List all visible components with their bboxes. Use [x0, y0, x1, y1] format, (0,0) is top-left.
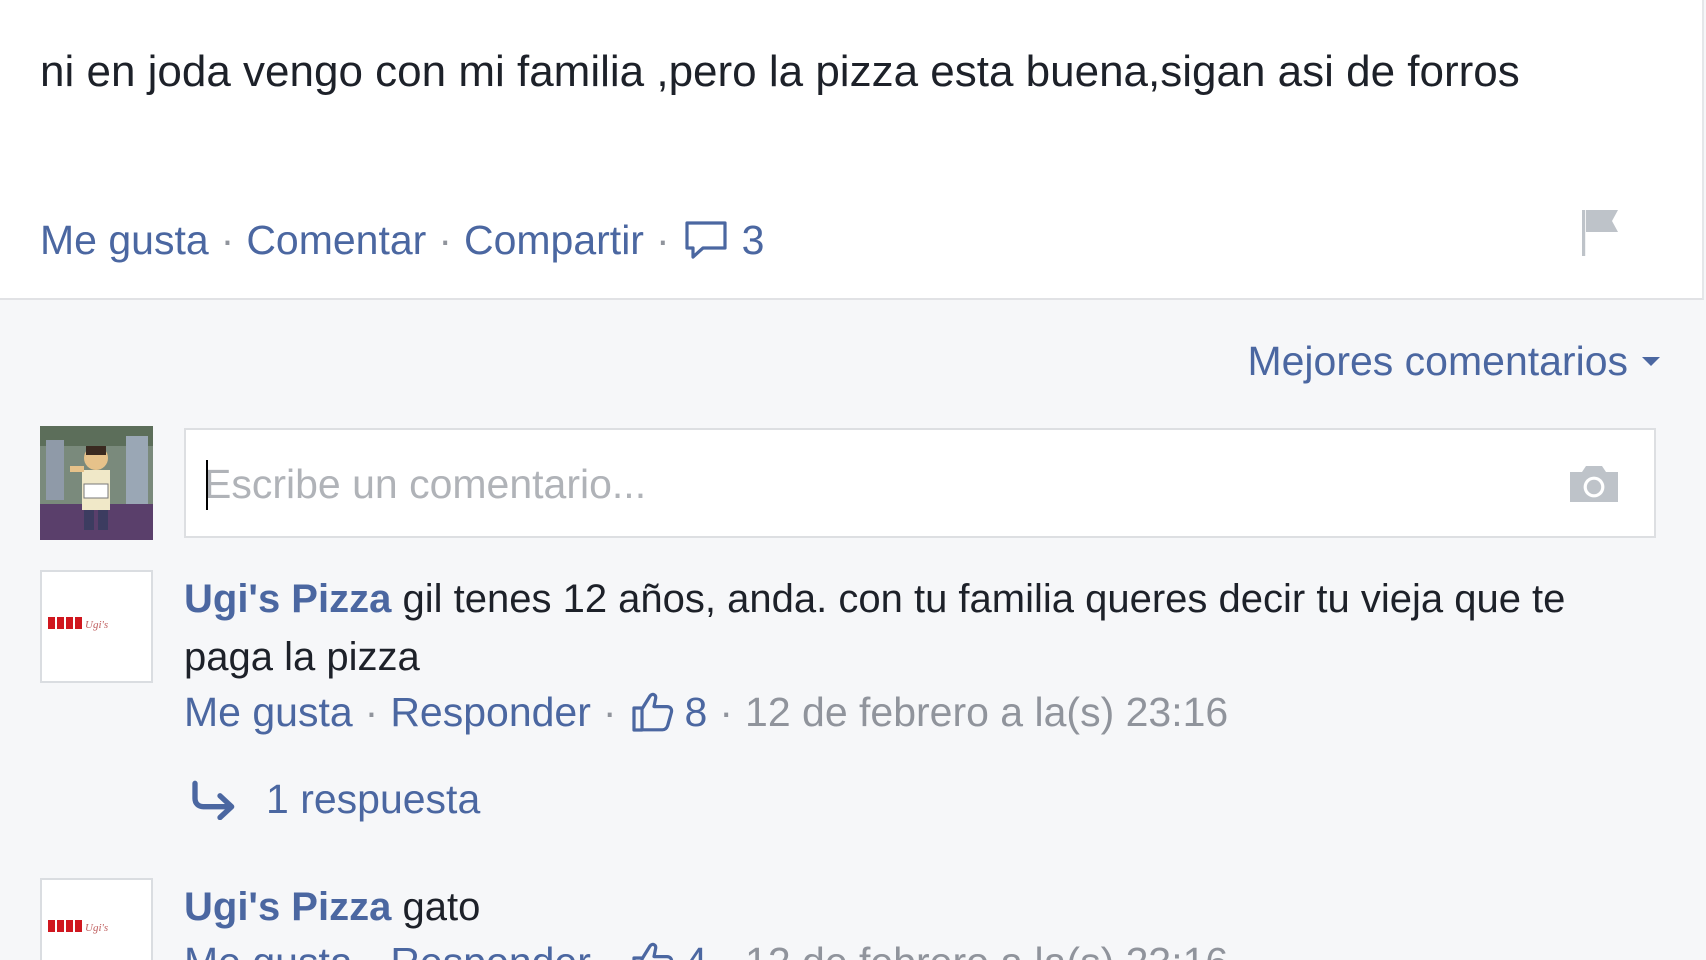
- comment-timestamp[interactable]: 12 de febrero a la(s) 23:16: [745, 689, 1228, 736]
- flag-icon[interactable]: [1576, 204, 1624, 260]
- comment-author[interactable]: Ugi's Pizza: [184, 885, 391, 929]
- comment-text-block: Ugi's Pizza gil tenes 12 años, anda. con…: [184, 570, 1614, 686]
- comment-item: Ugi's Ugi's Pizza gato Me gusta · Respon…: [40, 878, 1660, 960]
- comment-text: gato: [402, 885, 481, 929]
- post-card: ni en joda vengo con mi familia ,pero la…: [0, 0, 1704, 300]
- current-user-avatar[interactable]: [40, 426, 153, 540]
- view-replies-link[interactable]: 1 respuesta: [190, 776, 480, 823]
- svg-text:Ugi's: Ugi's: [85, 619, 108, 631]
- comment-actions: Me gusta · Responder · 8 · 12 de febrero…: [184, 688, 1228, 736]
- post-actions: Me gusta · Comentar · Compartir · 3: [40, 212, 764, 268]
- post-text: ni en joda vengo con mi familia ,pero la…: [40, 47, 1520, 96]
- separator: ·: [220, 216, 235, 263]
- comment-item: Ugi's Ugi's Pizza gil tenes 12 años, and…: [40, 570, 1660, 823]
- camera-icon[interactable]: [1566, 462, 1622, 506]
- thumbs-up-icon[interactable]: [629, 688, 677, 736]
- replies-count-label: 1 respuesta: [266, 776, 481, 822]
- separator: ·: [719, 939, 733, 960]
- text-cursor: [206, 460, 208, 510]
- like-link[interactable]: Me gusta: [40, 217, 209, 264]
- comment-bubble-icon[interactable]: [682, 216, 730, 264]
- comment-text-block: Ugi's Pizza gato: [184, 878, 1614, 936]
- comment-composer: [184, 428, 1656, 538]
- separator: ·: [603, 939, 617, 960]
- comment-count[interactable]: 3: [742, 217, 765, 264]
- comment-text: gil tenes 12 años, anda. con tu familia …: [184, 577, 1566, 679]
- comment-actions: Me gusta · Responder · 4 · 12 de febrero…: [184, 938, 1228, 960]
- comment-input[interactable]: [204, 448, 1524, 520]
- comment-like-link[interactable]: Me gusta: [184, 689, 353, 736]
- comment-timestamp[interactable]: 12 de febrero a la(s) 23:16: [745, 939, 1228, 960]
- svg-text:Ugi's: Ugi's: [85, 922, 108, 934]
- page-avatar[interactable]: Ugi's: [40, 878, 153, 960]
- sort-comments-dropdown[interactable]: Mejores comentarios: [1247, 338, 1660, 385]
- separator: ·: [364, 688, 379, 735]
- sort-label: Mejores comentarios: [1247, 338, 1628, 384]
- comment-reply-link[interactable]: Responder: [390, 689, 591, 736]
- separator: ·: [719, 688, 734, 735]
- comment-like-count[interactable]: 4: [685, 939, 708, 960]
- page-avatar[interactable]: Ugi's: [40, 570, 153, 683]
- comment-like-count[interactable]: 8: [685, 689, 708, 736]
- share-link[interactable]: Compartir: [464, 217, 644, 264]
- ugis-logo-icon: Ugi's: [48, 920, 108, 934]
- separator: ·: [365, 939, 379, 960]
- comment-like-link[interactable]: Me gusta: [184, 939, 353, 960]
- separator: ·: [438, 216, 452, 263]
- caret-down-icon: [1642, 357, 1660, 366]
- thumbs-up-icon[interactable]: [629, 938, 677, 960]
- comment-author[interactable]: Ugi's Pizza: [184, 577, 391, 621]
- avatar-image: [40, 426, 153, 540]
- ugis-logo-icon: Ugi's: [48, 617, 108, 631]
- separator: ·: [655, 216, 670, 263]
- reply-arrow-icon: [192, 780, 235, 820]
- comment-reply-link[interactable]: Responder: [390, 939, 591, 960]
- comment-link[interactable]: Comentar: [246, 217, 426, 264]
- separator: ·: [602, 688, 617, 735]
